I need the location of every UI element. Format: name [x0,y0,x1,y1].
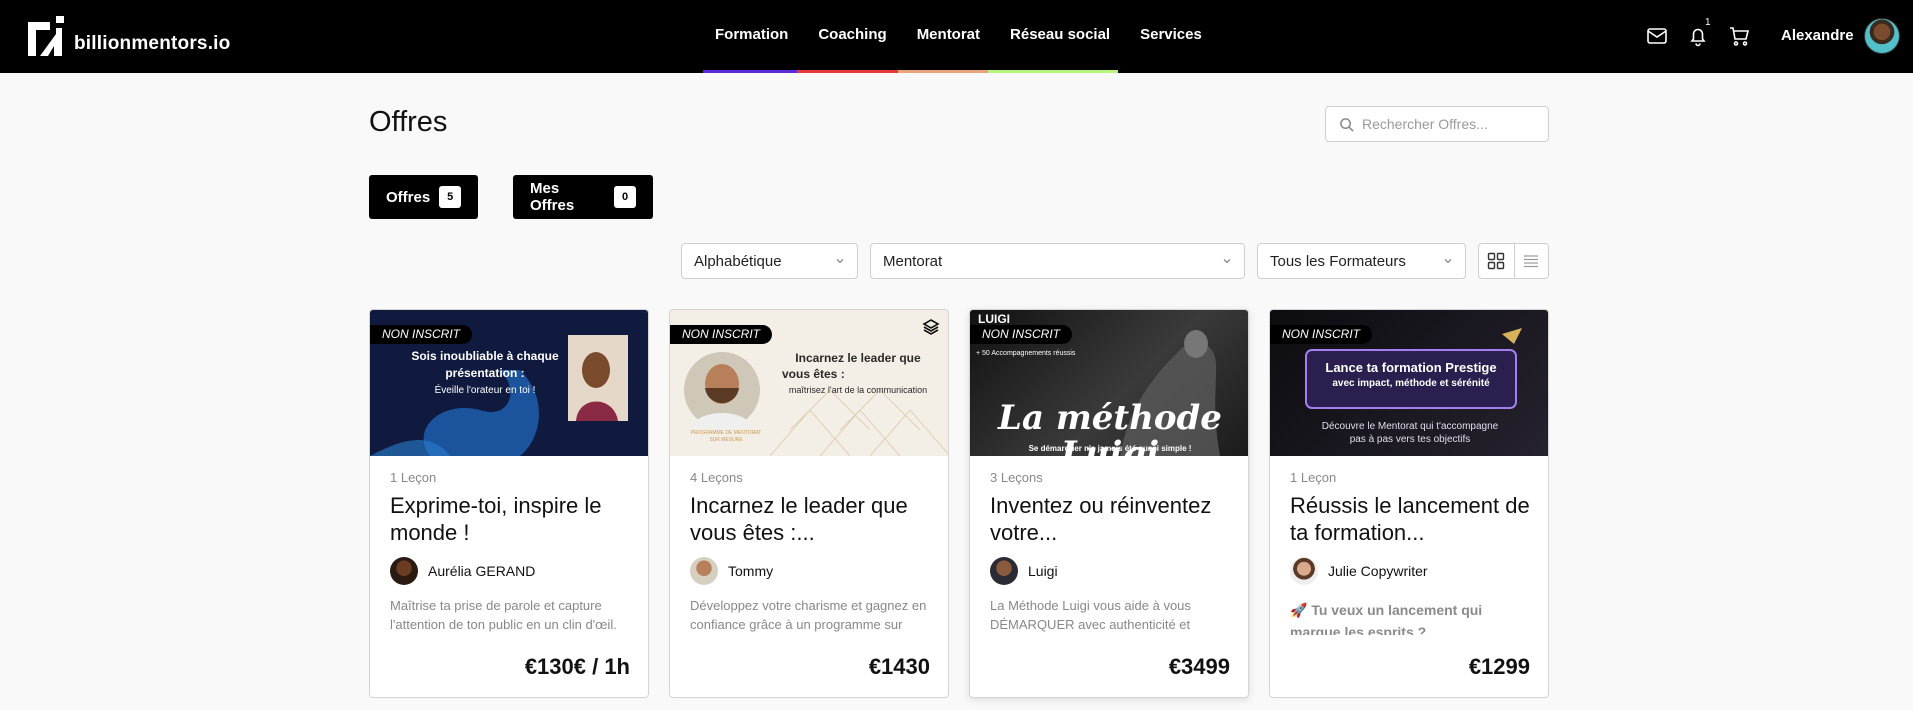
card-description: La Méthode Luigi vous aide à vous DÉMARQ… [990,598,1191,632]
enrollment-badge: NON INSCRIT [1270,325,1372,344]
card-price: €1299 [1468,654,1530,679]
thumb-footer: Découvre le Mentorat qui t'accompagne [1321,421,1499,432]
author-avatar [390,557,418,585]
trainer-select[interactable]: Tous les Formateurs [1257,243,1466,279]
mail-icon[interactable] [1645,24,1669,48]
thumb-footer: pas à pas vers tes objectifs [1349,434,1471,445]
tab-offres[interactable]: Offres 5 [369,175,478,219]
card-author[interactable]: Luigi [990,557,1058,585]
thumb-subheading: maîtrisez l'art de la communication [788,385,928,395]
enrollment-badge: NON INSCRIT [370,325,472,344]
author-avatar [690,557,718,585]
card-thumbnail: NON INSCRIT Lance ta formation Prestige … [1270,310,1548,456]
page-title: Offres [369,106,448,138]
layers-icon [922,319,940,335]
thumb-heading: vous êtes : [782,367,845,381]
enrollment-badge: NON INSCRIT [970,325,1072,344]
offer-card[interactable]: NON INSCRIT Lance ta formation Prestige … [1269,309,1549,698]
thumb-logo: LUIGI [978,312,1010,326]
nav-reseau-social[interactable]: Réseau social [988,0,1125,73]
list-view-button[interactable] [1513,244,1549,278]
author-name: Aurélia GERAND [428,563,536,579]
tab-mes-offres[interactable]: Mes Offres 0 [513,175,653,219]
card-price: €130€ / 1h [524,654,630,679]
cart-icon[interactable] [1727,24,1751,48]
grid-view-button[interactable] [1479,244,1514,278]
user-avatar[interactable] [1864,18,1900,54]
thumb-subheading: avec impact, méthode et sérénité [1332,378,1490,389]
top-navbar: billionmentors.io Formation Coaching Men… [0,0,1913,73]
card-title[interactable]: Inventez ou réinventez votre... [990,492,1235,546]
chevron-down-icon [1223,259,1231,264]
search-input[interactable] [1362,116,1542,132]
nav-services[interactable]: Services [1125,0,1217,73]
card-title[interactable]: Exprime-toi, inspire le monde ! [390,492,635,546]
lesson-count: 4 Leçons [690,470,743,485]
search-box[interactable] [1325,106,1549,142]
list-icon [1524,255,1539,268]
category-select[interactable]: Mentorat [870,243,1245,279]
author-name: Julie Copywriter [1328,563,1428,579]
thumb-footer: SUR MESURE [709,437,743,443]
brand-name: billionmentors.io [74,33,231,54]
chevron-down-icon [836,259,844,264]
card-description: Développez votre charisme et gagnez en c… [690,598,927,632]
card-price: €3499 [1168,654,1230,679]
tab-label: Mes Offres [530,180,575,214]
author-name: Tommy [728,563,774,579]
card-description: Maîtrise ta prise de parole et capture l… [390,598,617,632]
enrollment-badge: NON INSCRIT [670,325,772,344]
main-nav: Formation Coaching Mentorat Réseau socia… [700,0,1217,73]
card-thumbnail: NON INSCRIT Incarnez le leader que vous … [670,310,948,456]
lesson-count: 3 Leçons [990,470,1043,485]
thumb-subheading: Éveille l'orateur en toi ! [434,385,536,396]
card-price: €1430 [868,654,930,679]
user-name[interactable]: Alexandre [1781,27,1854,44]
search-icon [1340,117,1354,132]
thumb-heading: Sois inoubliable à chaque [411,349,559,363]
card-thumbnail: LUIGI NON INSCRIT + 50 Accompagnements r… [970,310,1248,456]
lesson-count: 1 Leçon [390,470,437,485]
thumb-footer: Se démarquer n'a jamais été aussi simple… [1028,444,1192,453]
thumb-footer: PROGRAMME DE MENTORAT [690,430,762,436]
lesson-count: 1 Leçon [1290,470,1337,485]
logo-mark-icon [28,16,72,56]
offer-card[interactable]: LUIGI NON INSCRIT + 50 Accompagnements r… [969,309,1249,698]
nav-coaching[interactable]: Coaching [797,0,904,73]
card-thumbnail: NON INSCRIT Sois inoubliable à chaque pr… [370,310,648,456]
sort-select[interactable]: Alphabétique [681,243,858,279]
brand-logo[interactable]: billionmentors.io [28,16,230,56]
author-name: Luigi [1028,563,1058,579]
card-author[interactable]: Aurélia GERAND [390,557,535,585]
card-title[interactable]: Incarnez le leader que vous êtes :... [690,492,935,546]
tab-count: 5 [439,186,462,208]
thumb-heading: Incarnez le leader que [795,351,921,365]
author-avatar [990,557,1018,585]
offer-card[interactable]: NON INSCRIT Sois inoubliable à chaque pr… [369,309,649,698]
offer-card[interactable]: NON INSCRIT Incarnez le leader que vous … [669,309,949,698]
notification-count: 1 [1705,17,1711,28]
grid-icon [1488,252,1505,270]
card-author[interactable]: Julie Copywriter [1290,557,1428,585]
chevron-down-icon [1444,259,1452,264]
thumb-heading: Lance ta formation Prestige [1325,360,1497,375]
thumb-heading: présentation : [445,366,525,380]
author-avatar [1290,557,1318,585]
tab-label: Offres [386,188,431,206]
card-title[interactable]: Réussis le lancement de ta formation... [1290,492,1535,546]
card-description: 🚀 Tu veux un lancement qui marque les es… [1290,602,1483,635]
nav-mentorat[interactable]: Mentorat [897,0,998,73]
thumb-subheading: + 50 Accompagnements réussis [976,350,1076,357]
view-toggle [1478,243,1549,279]
nav-formation[interactable]: Formation [700,0,806,73]
tab-count: 0 [614,186,636,208]
card-author[interactable]: Tommy [690,557,773,585]
